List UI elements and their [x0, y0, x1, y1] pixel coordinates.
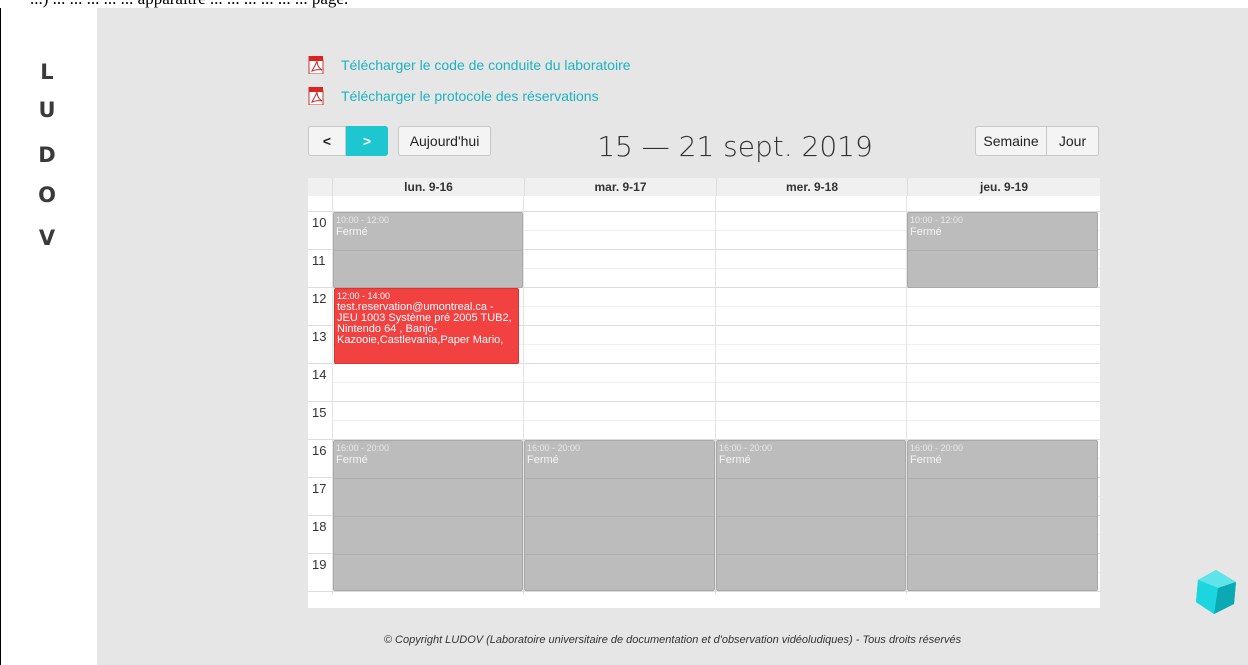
download-conduct-code-link[interactable]: Télécharger le code de conduite du labor… [308, 55, 631, 75]
event-time: 16:00 - 20:00 [910, 443, 964, 453]
next-week-button[interactable]: > [346, 126, 388, 156]
event-title: Fermé [719, 454, 751, 466]
half-hour-gridline [332, 420, 1100, 421]
date-range-title: 15 — 21 sept. 2019 [597, 130, 873, 163]
event-slot-line [717, 478, 905, 479]
event-closed-tuesday-evening[interactable]: 16:00 - 20:00 Fermé [524, 440, 715, 591]
event-slot-line [525, 478, 714, 479]
event-slot-line [908, 516, 1097, 517]
hour-label: 15 [312, 405, 327, 420]
previous-week-button[interactable]: < [308, 126, 346, 156]
event-closed-thursday-morning[interactable]: 10:00 - 12:00 Fermé [907, 212, 1098, 288]
event-slot-line [334, 478, 522, 479]
sidebar: L U D O V [1, 8, 97, 665]
event-closed-thursday-evening[interactable]: 16:00 - 20:00 Fermé [907, 440, 1098, 591]
hour-label: 17 [312, 481, 327, 496]
event-title: Fermé [910, 226, 942, 238]
event-slot-line [525, 516, 714, 517]
event-slot-line [334, 250, 522, 251]
event-slot-line [908, 478, 1097, 479]
event-slot-line [334, 554, 522, 555]
event-closed-wednesday-evening[interactable]: 16:00 - 20:00 Fermé [716, 440, 906, 591]
event-slot-line [717, 516, 905, 517]
event-reservation-monday[interactable]: 12:00 - 14:00 test.reservation@umontreal… [334, 288, 519, 364]
half-hour-gridline [332, 382, 1100, 383]
event-time: 16:00 - 20:00 [527, 443, 581, 453]
hour-label: 14 [312, 367, 327, 382]
event-slot-line [525, 554, 714, 555]
event-time: 10:00 - 12:00 [336, 215, 390, 225]
event-time: 16:00 - 20:00 [336, 443, 390, 453]
hour-label: 19 [312, 557, 327, 572]
event-title: Fermé [336, 454, 368, 466]
column-header-tuesday: mar. 9-17 [524, 178, 716, 196]
event-slot-line [908, 554, 1097, 555]
link-label[interactable]: Télécharger le protocole des réservation… [341, 88, 599, 104]
column-header-wednesday: mer. 9-18 [716, 178, 907, 196]
event-slot-line [908, 250, 1097, 251]
brand-letter: U [38, 98, 56, 122]
hour-label: 11 [312, 253, 326, 268]
hour-label: 18 [312, 519, 327, 534]
top-text-fragment: ...) ... ... ... ... ... apparaître ... … [0, 0, 1248, 8]
event-slot-line [334, 516, 522, 517]
event-time: 10:00 - 12:00 [910, 215, 964, 225]
event-title: Fermé [527, 454, 559, 466]
time-gutter-header [308, 178, 332, 196]
event-title: Fermé [910, 454, 942, 466]
gem-icon[interactable] [1192, 568, 1240, 616]
pdf-icon [308, 55, 324, 75]
hour-label: 13 [312, 329, 327, 344]
event-closed-monday-morning[interactable]: 10:00 - 12:00 Fermé [333, 212, 523, 288]
event-time: 16:00 - 20:00 [719, 443, 773, 453]
hour-label: 10 [312, 215, 327, 230]
link-label[interactable]: Télécharger le code de conduite du labor… [341, 57, 631, 73]
brand-letter: O [38, 183, 56, 207]
today-button[interactable]: Aujourd'hui [398, 126, 491, 156]
brand-letter: D [38, 143, 56, 167]
hour-label: 16 [312, 443, 327, 458]
column-header-thursday: jeu. 9-19 [907, 178, 1100, 196]
brand-letter: L [40, 60, 54, 84]
brand-letter: V [38, 226, 56, 250]
hour-gridline [308, 591, 1100, 592]
pdf-icon [308, 86, 324, 106]
event-closed-monday-evening[interactable]: 16:00 - 20:00 Fermé [333, 440, 523, 591]
hour-label: 12 [312, 291, 327, 306]
event-title: test.reservation@umontreal.ca - JEU 1003… [337, 301, 512, 346]
week-view-button[interactable]: Semaine [975, 126, 1047, 156]
copyright-footer: © Copyright LUDOV (Laboratoire universit… [383, 634, 962, 646]
download-booking-protocol-link[interactable]: Télécharger le protocole des réservation… [308, 86, 599, 106]
event-title: Fermé [336, 226, 368, 238]
hour-gridline [308, 401, 1100, 402]
event-slot-line [717, 554, 905, 555]
day-view-button[interactable]: Jour [1047, 126, 1099, 156]
column-header-monday: lun. 9-16 [332, 178, 524, 196]
